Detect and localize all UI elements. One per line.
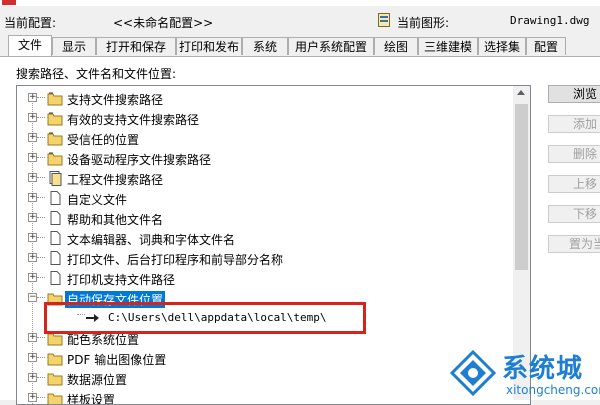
tab-open-save[interactable]: 打开和保存 <box>96 37 176 55</box>
tab-drafting[interactable]: 绘图 <box>374 37 418 55</box>
tree-item-help-misc-files[interactable]: + 帮助和其他文件名 <box>17 208 512 228</box>
file-icon <box>50 271 61 285</box>
expand-icon[interactable]: + <box>28 373 37 382</box>
tab-plot-publish[interactable]: 打印和发布 <box>176 37 242 55</box>
tab-display[interactable]: 显示 <box>52 37 96 55</box>
tree-item-label: 受信任的位置 <box>67 133 140 147</box>
tree-item-trusted-locations[interactable]: + 受信任的位置 <box>17 128 512 148</box>
tree-item-text-editor-font-files[interactable]: + 文本编辑器、词典和字体文件名 <box>17 228 512 248</box>
tab-files[interactable]: 文件 <box>8 35 52 56</box>
tree-item-label: 帮助和其他文件名 <box>67 213 164 227</box>
file-icon <box>50 251 61 265</box>
expand-icon[interactable]: + <box>28 333 37 342</box>
tab-3d-modeling[interactable]: 三维建模 <box>418 37 478 55</box>
expand-icon[interactable]: + <box>28 153 37 162</box>
scrollbar-thumb[interactable] <box>515 104 528 270</box>
expand-icon[interactable]: + <box>28 353 37 362</box>
app-logo-icon <box>2 0 16 5</box>
tree-item-working-support-path[interactable]: + 有效的支持文件搜索路径 <box>17 108 512 128</box>
file-icon <box>50 191 61 205</box>
highlight-box <box>44 302 366 334</box>
folder-search-icon <box>47 132 63 146</box>
tree-item-label: 设备驱动程序文件搜索路径 <box>67 153 212 167</box>
tree-item-project-search-path[interactable]: + 工程文件搜索路径 <box>17 168 512 188</box>
expand-icon[interactable]: + <box>28 213 37 222</box>
tree-item-label: 打印机支持文件路径 <box>67 273 176 287</box>
folder-search-icon <box>47 92 63 106</box>
tree-item-label: 打印文件、后台打印程序和前导部分名称 <box>67 253 284 267</box>
folder-icon <box>47 373 63 386</box>
folder-icon <box>47 393 63 404</box>
tree-item-label: PDF 输出图像位置 <box>67 353 167 367</box>
expand-icon[interactable]: + <box>28 173 37 182</box>
move-up-button[interactable]: 上移 <box>548 175 600 193</box>
tree-item-label: 工程文件搜索路径 <box>67 173 164 187</box>
scroll-up-icon[interactable] <box>517 90 525 95</box>
tree-item-printer-support-path[interactable]: + 打印机支持文件路径 <box>17 268 512 288</box>
title-bar <box>0 0 600 6</box>
current-config-label: 当前配置: <box>4 16 57 30</box>
tree-item-print-file-names[interactable]: + 打印文件、后台打印程序和前导部分名称 <box>17 248 512 268</box>
tree-item-template-settings[interactable]: + 样板设置 <box>17 388 512 405</box>
expand-icon[interactable]: + <box>28 193 37 202</box>
watermark-url: xitongcheng.com <box>506 383 600 397</box>
tree-item-label: 自定义文件 <box>67 193 128 207</box>
tree-item-customization-files[interactable]: + 自定义文件 <box>17 188 512 208</box>
expand-icon[interactable]: + <box>28 273 37 282</box>
tree-item-device-driver-path[interactable]: + 设备驱动程序文件搜索路径 <box>17 148 512 168</box>
config-row: 当前配置: <<未命名配置>> 当前图形: Drawing1.dwg <box>0 8 600 32</box>
files-icon <box>49 171 62 186</box>
tree-item-support-file-search-path[interactable]: + 支持文件搜索路径 <box>17 88 512 108</box>
expand-icon[interactable]: + <box>28 393 37 402</box>
folder-search-icon <box>47 112 63 126</box>
remove-button[interactable]: 删除 <box>548 145 600 163</box>
section-label: 搜索路径、文件名和文件位置: <box>16 67 177 81</box>
tree-item-label: 有效的支持文件搜索路径 <box>67 113 200 127</box>
set-current-button[interactable]: 置为当前 <box>548 235 600 253</box>
file-icon <box>50 231 61 245</box>
browse-button[interactable]: 浏览 <box>548 85 600 103</box>
folder-search-icon <box>47 152 63 166</box>
expand-icon[interactable]: + <box>28 253 37 262</box>
move-down-button[interactable]: 下移 <box>548 205 600 223</box>
tree-item-data-sources-location[interactable]: + 数据源位置 <box>17 368 512 388</box>
tree-item-label: 数据源位置 <box>67 373 128 387</box>
watermark-name: 系统城 <box>502 354 584 384</box>
expand-icon[interactable]: + <box>28 233 37 242</box>
watermark: 系统城 xitongcheng.com <box>446 342 600 400</box>
tab-system[interactable]: 系统 <box>242 37 288 55</box>
tree-item-label: 样板设置 <box>67 393 116 405</box>
tab-bar: 文件 显示 打开和保存 打印和发布 系统 用户系统配置 绘图 三维建模 选择集 … <box>0 35 600 56</box>
tree-item-pdf-image-location[interactable]: + PDF 输出图像位置 <box>17 348 512 368</box>
tab-profiles[interactable]: 配置 <box>526 37 566 55</box>
file-icon <box>50 211 61 225</box>
current-config-value: <<未命名配置>> <box>113 16 214 30</box>
folder-icon <box>47 353 63 366</box>
add-button[interactable]: 添加 <box>548 115 600 133</box>
expand-icon[interactable]: + <box>28 133 37 142</box>
tree-item-label: 文本编辑器、词典和字体文件名 <box>67 233 236 247</box>
current-drawing-value: Drawing1.dwg <box>510 14 590 27</box>
collapse-icon[interactable]: − <box>28 293 37 302</box>
tree-item-label: 支持文件搜索路径 <box>67 93 164 107</box>
current-drawing-label: 当前图形: <box>397 16 450 30</box>
drawing-file-icon <box>378 13 390 27</box>
expand-icon[interactable]: + <box>28 93 37 102</box>
expand-icon[interactable]: + <box>28 113 37 122</box>
tab-user-preferences[interactable]: 用户系统配置 <box>288 37 374 55</box>
tab-selection[interactable]: 选择集 <box>478 37 526 55</box>
watermark-logo-icon <box>450 350 496 396</box>
